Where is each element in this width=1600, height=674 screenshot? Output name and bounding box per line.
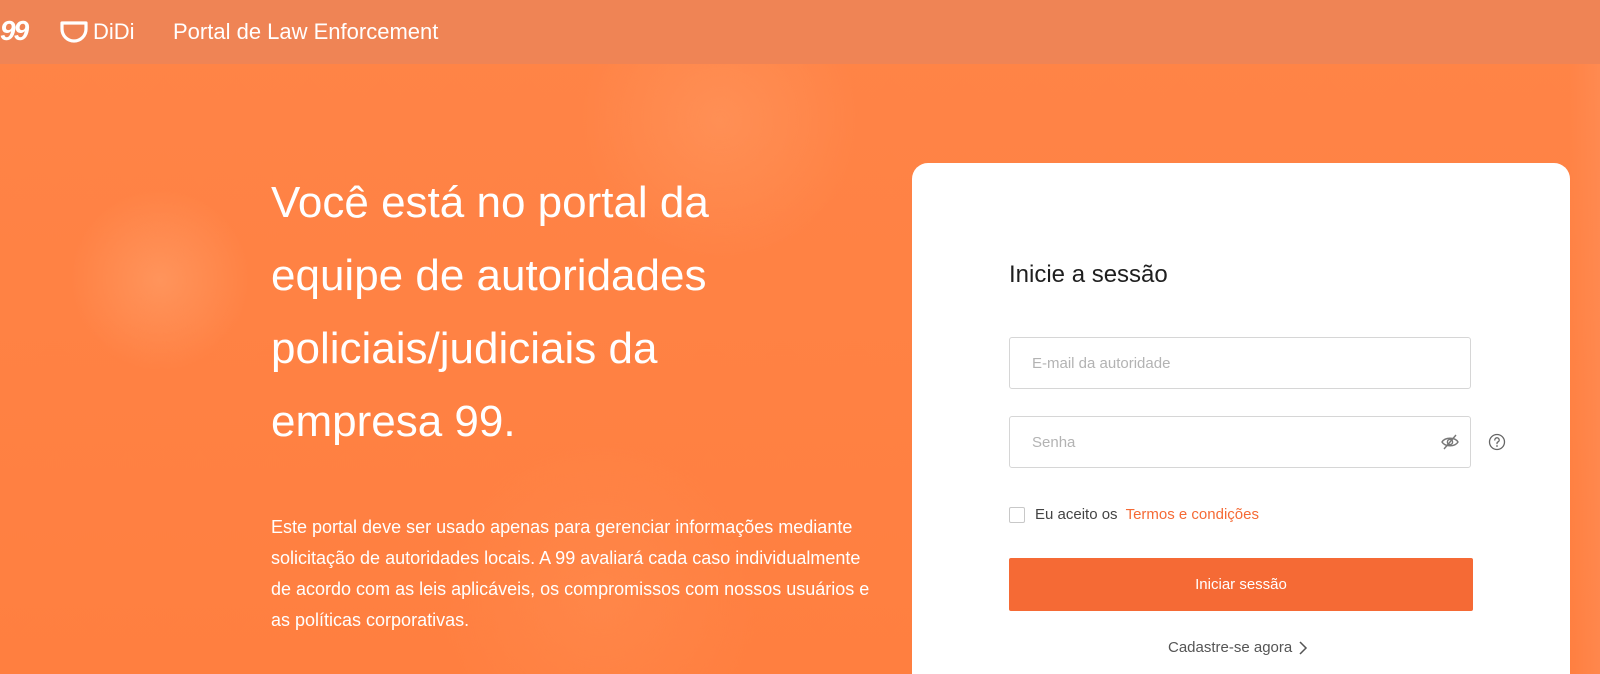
hero-headline: Você está no portal da equipe de autorid… bbox=[271, 178, 709, 446]
question-circle-icon[interactable] bbox=[1488, 433, 1506, 451]
page-edge-shade bbox=[1570, 64, 1600, 674]
login-card: Inicie a sessão Eu aceito os Termos e co… bbox=[912, 163, 1570, 674]
didi-icon bbox=[60, 21, 88, 43]
password-input[interactable] bbox=[1010, 417, 1412, 467]
login-title: Inicie a sessão bbox=[1009, 261, 1168, 288]
portal-title: Portal de Law Enforcement bbox=[173, 19, 439, 44]
email-input[interactable] bbox=[1010, 338, 1412, 388]
didi-logo[interactable]: DiDi bbox=[60, 18, 135, 46]
hero-description: Este portal deve ser usado apenas para g… bbox=[271, 517, 870, 630]
chevron-right-icon bbox=[1299, 640, 1308, 655]
register-label: Cadastre-se agora bbox=[1168, 639, 1293, 656]
terms-row: Eu aceito os Termos e condições bbox=[1009, 505, 1259, 525]
logo-99[interactable]: 99 bbox=[0, 14, 29, 48]
terms-prefix: Eu aceito os bbox=[1035, 506, 1118, 523]
login-button[interactable]: Iniciar sessão bbox=[1009, 558, 1473, 611]
register-link[interactable]: Cadastre-se agora bbox=[1168, 639, 1308, 656]
email-field-wrapper bbox=[1009, 337, 1471, 389]
terms-link[interactable]: Termos e condições bbox=[1126, 505, 1259, 525]
didi-label: DiDi bbox=[93, 19, 135, 44]
terms-checkbox[interactable] bbox=[1009, 507, 1025, 523]
top-bar: 99 DiDi Portal de Law Enforcement bbox=[0, 0, 1600, 64]
password-field-wrapper bbox=[1009, 416, 1471, 468]
eye-slash-icon[interactable] bbox=[1440, 433, 1460, 451]
